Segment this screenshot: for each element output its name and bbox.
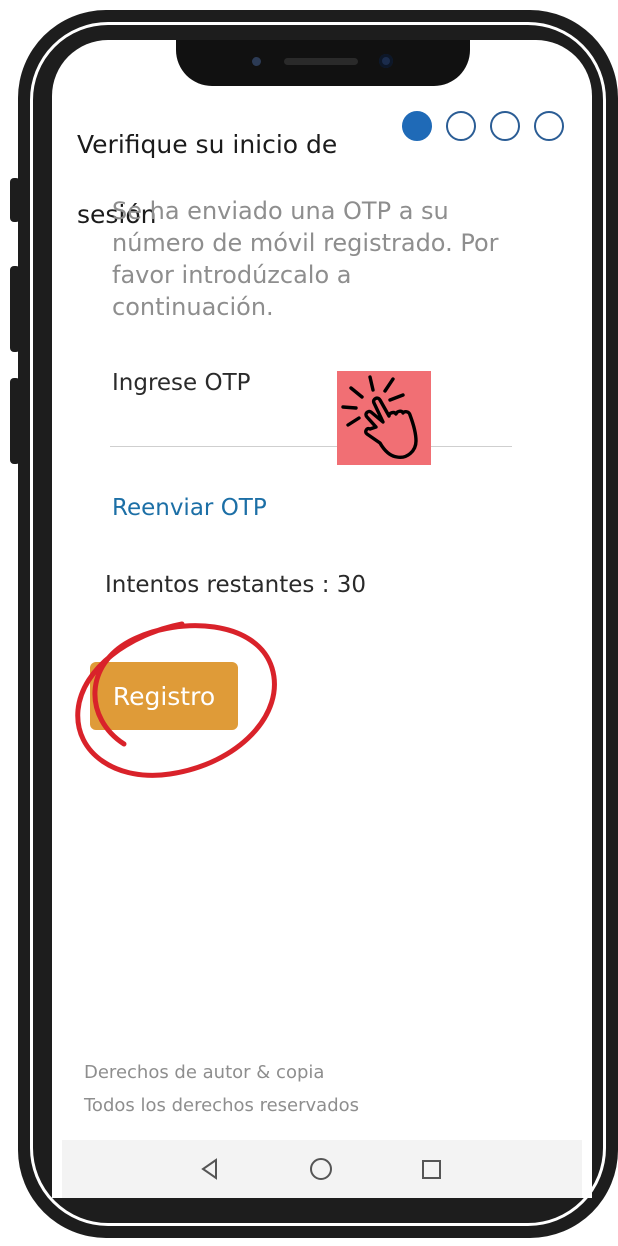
step-dot-1 — [402, 111, 432, 141]
phone-screen: Verifique su inicio de sesión Se ha envi… — [52, 40, 592, 1198]
otp-description: Se ha enviado una OTP a su número de móv… — [112, 197, 499, 321]
nav-home-button[interactable] — [306, 1154, 336, 1184]
earpiece-speaker — [284, 58, 358, 65]
rights-reserved-text: Todos los derechos reservados — [84, 1095, 360, 1116]
step-dot-3 — [490, 111, 520, 141]
phone-volume-up-button — [10, 266, 20, 352]
android-nav-bar — [62, 1140, 582, 1198]
resend-otp-link[interactable]: Reenviar OTP — [112, 495, 267, 521]
front-camera — [379, 54, 393, 68]
remaining-attempts: Intentos restantes : 30 — [105, 572, 367, 598]
back-triangle-icon — [201, 1158, 217, 1180]
register-button[interactable]: Registro — [90, 662, 238, 730]
step-indicator — [402, 111, 564, 141]
hand-tap-icon — [341, 375, 418, 459]
nav-recents-button[interactable] — [416, 1154, 446, 1184]
nav-back-button[interactable] — [195, 1154, 225, 1184]
step-dot-2 — [446, 111, 476, 141]
phone-volume-down-button — [10, 378, 20, 464]
step-dot-4 — [534, 111, 564, 141]
copyright-text: Derechos de autor & copia — [84, 1062, 325, 1083]
phone-notch — [176, 40, 470, 86]
phone-side-button — [10, 178, 20, 222]
otp-input[interactable] — [110, 400, 512, 447]
sensor-dot — [252, 57, 261, 66]
home-circle-icon — [310, 1158, 332, 1180]
recents-square-icon — [422, 1160, 441, 1179]
otp-field-label: Ingrese OTP — [112, 370, 251, 396]
tap-hint — [337, 371, 431, 465]
